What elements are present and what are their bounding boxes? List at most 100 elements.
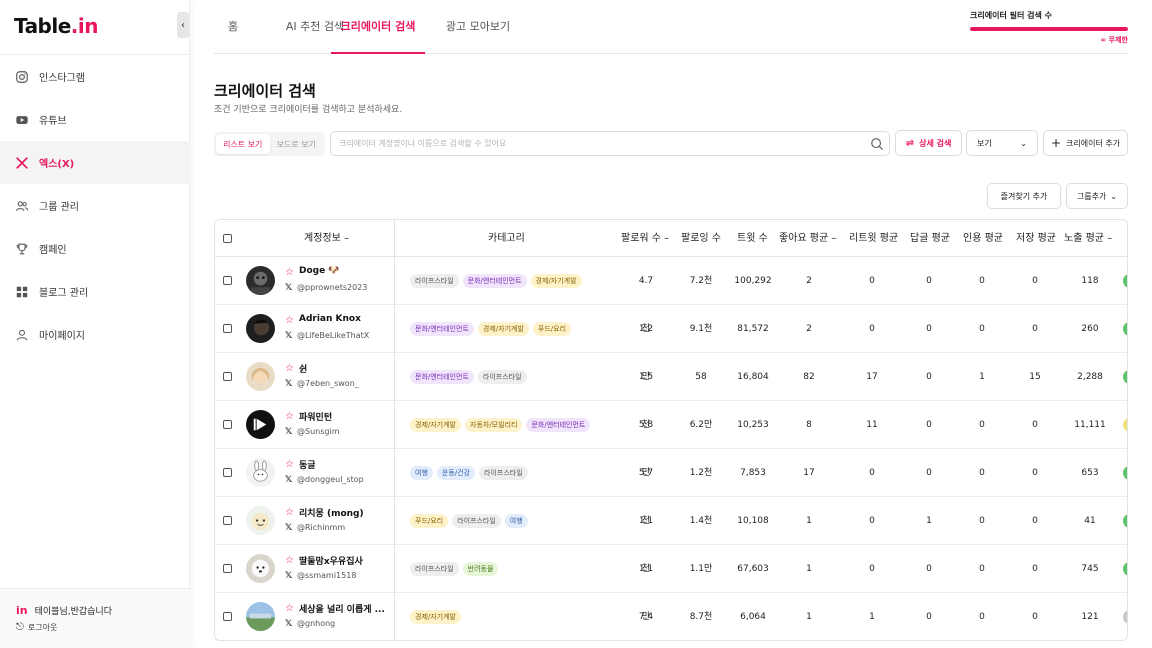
avatar[interactable] — [246, 458, 275, 487]
status-badge — [1123, 514, 1127, 528]
creator-name[interactable]: 세상을 널리 이롭게 ... — [299, 602, 385, 615]
creator-name[interactable]: 쉰 — [299, 362, 307, 375]
table-header: 계정정보 – 카테고리 팔로워 수 – 팔로잉 수 트윗 수 좋아요 평균 – … — [215, 220, 1127, 257]
creator-handle: @7eben_swon_ — [297, 379, 359, 388]
avatar[interactable] — [246, 314, 275, 343]
cell-tweets: 7,853 — [740, 468, 766, 478]
avatar[interactable] — [246, 506, 275, 535]
sidebar-item-user[interactable]: 마이페이지 — [0, 313, 190, 356]
cell-following: 1.1만 — [689, 564, 713, 574]
avatar[interactable] — [246, 554, 275, 583]
col-saves[interactable]: 저장 평균 — [1016, 220, 1056, 257]
add-favorite-button[interactable]: 즐겨찾기 추가 — [987, 183, 1061, 209]
table-row[interactable]: ☆ 동글 𝕏 @donggeul_stop 여행 운동/건강 라이프스타일 5.7천 1.2천 7… — [215, 449, 1127, 526]
cell-quotes: 0 — [979, 468, 985, 478]
sidebar-item-label: 그룹 관리 — [39, 202, 79, 213]
cell-retweets: 17 — [866, 372, 878, 382]
table-row[interactable]: ☆ 쉰 𝕏 @7eben_swon_ 문화/엔터테인먼트 라이프스타일 1.5천 58 16,8… — [215, 353, 1127, 430]
row-checkbox[interactable] — [223, 612, 232, 621]
cell-saves: 0 — [1032, 276, 1038, 286]
col-tweets[interactable]: 트윗 수 — [737, 220, 768, 257]
add-creator-button[interactable]: + 크리에이터 추가 — [1043, 130, 1128, 156]
sidebar-item-x[interactable]: 엑스(X) — [0, 141, 190, 184]
tab-ad-collection[interactable]: 광고 모아보기 — [432, 0, 524, 54]
col-following[interactable]: 팔로잉 수 — [681, 220, 721, 257]
row-checkbox[interactable] — [223, 564, 232, 573]
sidebar: Table.in ‹ 인스타그램유튜브 엑스(X) 그룹 관리캠페인 블로그 관리 마이… — [0, 0, 190, 648]
creator-name[interactable]: Adrian Knox — [299, 314, 361, 324]
star-icon[interactable]: ☆ — [285, 315, 294, 326]
cell-following: 8.7천 — [689, 612, 713, 622]
table-row[interactable]: ☆ 딸둘맘x우유집사 𝕏 @ssmami1518 라이프스타일 반려동물 1.1만 1.1만 6… — [215, 545, 1127, 622]
creator-handle: @gnhong — [297, 619, 336, 628]
app-logo[interactable]: Table.in — [14, 14, 99, 38]
col-quotes[interactable]: 인용 평균 — [963, 220, 1003, 257]
sidebar-collapse-button[interactable]: ‹ — [177, 12, 189, 38]
col-followers[interactable]: 팔로워 수 – — [621, 220, 669, 257]
sidebar-item-youtube[interactable]: 유튜브 — [0, 98, 190, 141]
chevron-down-icon: ⌄ — [1110, 191, 1118, 201]
row-checkbox[interactable] — [223, 516, 232, 525]
cell-quotes: 0 — [979, 612, 985, 622]
sidebar-item-users[interactable]: 그룹 관리 — [0, 184, 190, 227]
category-tag: 라이프스타일 — [410, 562, 459, 576]
avatar[interactable] — [246, 410, 275, 439]
table-row[interactable]: ☆ 리치몽 (mong) 𝕏 @Richinmm 푸드/요리 라이프스타일 여행 1.1천 1.… — [215, 497, 1127, 574]
select-all-checkbox[interactable] — [223, 234, 232, 243]
row-checkbox[interactable] — [223, 372, 232, 381]
row-checkbox[interactable] — [223, 420, 232, 429]
category-tags: 여행 운동/건강 라이프스타일 — [410, 466, 528, 480]
row-checkbox[interactable] — [223, 468, 232, 477]
table-row[interactable]: ☆ 세상을 널리 이롭게 ... 𝕏 @gnhong 경제/자기계발 7.4천 8.7천 6,… — [215, 593, 1127, 640]
logout-button[interactable]: ⎋ 로그아웃 — [16, 622, 57, 633]
table-row[interactable]: ☆ Doge 🐶 𝕏 @pprownets2023 라이프스타일 문화/엔터테인먼트 경제/… — [215, 257, 1127, 334]
cell-saves: 0 — [1032, 612, 1038, 622]
tab-creator-search[interactable]: 크리에이터 검색 — [331, 0, 425, 54]
list-view-button[interactable]: 리스트 보기 — [216, 134, 270, 154]
avatar[interactable] — [246, 362, 275, 391]
category-tag: 반려동물 — [462, 562, 499, 576]
board-view-button[interactable]: 보드로 보기 — [270, 134, 324, 154]
category-tags: 라이프스타일 문화/엔터테인먼트 경제/자기계발 — [410, 274, 582, 288]
sidebar-item-label: 인스타그램 — [39, 73, 85, 84]
youtube-icon — [15, 113, 29, 127]
search-icon[interactable] — [870, 137, 884, 151]
quota-value: ∞ 무제한 — [1100, 36, 1128, 44]
col-views[interactable]: 노출 평균 – — [1064, 220, 1112, 257]
view-toggle: 리스트 보기 보드로 보기 — [214, 132, 325, 156]
star-icon[interactable]: ☆ — [285, 603, 294, 614]
creator-name[interactable]: 동글 — [299, 458, 316, 471]
search-input[interactable] — [331, 132, 851, 155]
avatar[interactable] — [246, 266, 275, 295]
sidebar-item-grid[interactable]: 블로그 관리 — [0, 270, 190, 313]
col-retweets[interactable]: 리트윗 평균 — [849, 220, 898, 257]
creator-name[interactable]: 딸둘맘x우유집사 — [299, 554, 363, 567]
creator-name[interactable]: Doge 🐶 — [299, 266, 340, 276]
sidebar-item-instagram[interactable]: 인스타그램 — [0, 55, 190, 98]
add-group-button[interactable]: 그룹추가 ⌄ — [1066, 183, 1128, 209]
detail-search-button[interactable]: ⇌ 상세 검색 — [895, 130, 962, 156]
row-checkbox[interactable] — [223, 324, 232, 333]
col-likes[interactable]: 좋아요 평균 – — [779, 220, 836, 257]
creator-name[interactable]: 리치몽 (mong) — [299, 506, 364, 519]
col-replies[interactable]: 답글 평균 — [910, 220, 950, 257]
view-select[interactable]: 보기 ⌄ — [966, 130, 1038, 156]
status-badge — [1123, 418, 1127, 432]
cell-followers: 1.5천 — [638, 372, 654, 430]
star-icon[interactable]: ☆ — [285, 459, 294, 470]
col-account[interactable]: 계정정보 – — [304, 220, 349, 257]
star-icon[interactable]: ☆ — [285, 363, 294, 374]
star-icon[interactable]: ☆ — [285, 411, 294, 422]
star-icon[interactable]: ☆ — [285, 555, 294, 566]
row-checkbox[interactable] — [223, 276, 232, 285]
tab-home[interactable]: 홈 — [214, 0, 252, 54]
table-row[interactable]: ☆ Adrian Knox 𝕏 @LifeBeLikeThatX 문화/엔터테인먼트 경제… — [215, 305, 1127, 382]
avatar[interactable] — [246, 602, 275, 631]
creator-name[interactable]: 파워민턴 — [299, 410, 332, 423]
star-icon[interactable]: ☆ — [285, 267, 294, 278]
cell-followers: 5.8만 — [638, 420, 654, 478]
table-row[interactable]: ☆ 파워민턴 𝕏 @Sunsgim 경제/자기계발 자동차/모빌리티 문화/엔터테인먼트 5.… — [215, 401, 1127, 478]
category-tags: 경제/자기계발 — [410, 610, 461, 624]
star-icon[interactable]: ☆ — [285, 507, 294, 518]
sidebar-item-trophy[interactable]: 캠페인 — [0, 227, 190, 270]
